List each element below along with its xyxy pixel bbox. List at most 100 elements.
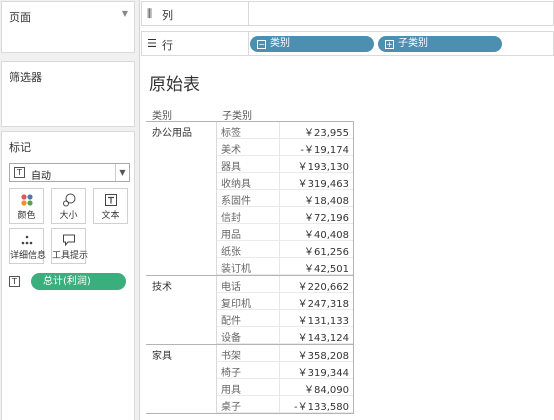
category-pill[interactable]: − 类别 [250, 36, 374, 52]
category-pill-label: 类别 [270, 38, 290, 49]
shelf-divider [248, 32, 249, 55]
table-row[interactable]: 信封 ￥72,196 [217, 207, 354, 224]
subcategory-pill[interactable]: + 子类别 [378, 36, 502, 52]
table-row[interactable]: 书架 ￥358,208 [217, 345, 354, 362]
table-border [146, 413, 354, 414]
color-button[interactable]: 颜色 [9, 188, 44, 224]
table-row[interactable]: 桌子 -￥133,580 [217, 396, 354, 413]
text-button-label: 文本 [101, 211, 120, 221]
category-cell[interactable]: 办公用品 [152, 124, 192, 139]
subcategory-cell: 用品 [221, 230, 241, 241]
chevron-down-icon[interactable]: ▼ [115, 164, 129, 181]
table-row[interactable]: 装订机 ￥42,501 [217, 258, 354, 275]
table-row[interactable]: 标签 ￥23,955 [217, 122, 354, 139]
table-row[interactable]: 设备 ￥143,124 [217, 327, 354, 344]
size-circles-icon [52, 193, 85, 207]
profit-value-cell: ￥193,130 [297, 162, 349, 173]
worksheet-view: 原始表 类别 子类别 办公用品 标签 ￥23,955 美术 -￥19,174 器具 ￥193… [141, 59, 554, 420]
subcategory-cell: 系固件 [221, 196, 251, 207]
filters-card[interactable]: 筛选器 [1, 61, 135, 127]
marks-title: 标记 [9, 141, 31, 154]
tooltip-bubble-icon [52, 233, 85, 247]
sheet-title: 原始表 [149, 75, 200, 95]
profit-value-cell: ￥42,501 [304, 264, 349, 275]
pages-title: 页面 [9, 11, 31, 24]
cell-divider [279, 345, 280, 362]
cell-divider [279, 310, 280, 327]
detail-button[interactable]: 详细信息 [9, 228, 46, 264]
category-group: 办公用品 标签 ￥23,955 美术 -￥19,174 器具 ￥193,130 收纳具 ￥319… [146, 121, 354, 275]
rows-shelf[interactable]: ☰ 行 − 类别 + 子类别 [141, 31, 554, 56]
mark-type-dropdown[interactable]: T 自动 ▼ [9, 163, 130, 182]
expand-icon[interactable]: + [385, 40, 394, 49]
cell-divider [279, 156, 280, 173]
subcategory-header[interactable]: 子类别 [222, 107, 252, 122]
category-group: 家具 书架 ￥358,208 椅子 ￥319,344 用具 ￥84,090 桌子 -￥133,5… [146, 344, 354, 413]
subcategory-cell: 器具 [221, 162, 241, 173]
profit-value-cell: ￥319,463 [297, 179, 349, 190]
marks-card: 标记 T 自动 ▼ 颜色 大小 文本 详细信息 工具提示 T 总计(利润) [1, 131, 135, 420]
columns-shelf[interactable]: ⫼ 列 [141, 1, 554, 26]
crosstab-table: 办公用品 标签 ￥23,955 美术 -￥19,174 器具 ￥193,130 收纳具 ￥319… [146, 121, 354, 413]
subcategory-cell: 装订机 [221, 264, 251, 275]
text-mark-icon: T [9, 276, 20, 287]
subcategory-cell: 美术 [221, 145, 241, 156]
profit-value-cell: ￥61,256 [304, 247, 349, 258]
cell-divider [279, 362, 280, 379]
cell-divider [279, 379, 280, 396]
subcategory-pill-label: 子类别 [398, 38, 428, 49]
table-row[interactable]: 复印机 ￥247,318 [217, 293, 354, 310]
subcategory-cell: 椅子 [221, 368, 241, 379]
text-t-icon [94, 193, 127, 207]
pages-card[interactable]: 页面 ▼ [1, 1, 135, 53]
tooltip-button-label: 工具提示 [52, 251, 89, 261]
color-button-label: 颜色 [17, 211, 36, 221]
table-row[interactable]: 器具 ￥193,130 [217, 156, 354, 173]
subcategory-cell: 纸张 [221, 247, 241, 258]
collapse-icon[interactable]: − [257, 40, 266, 49]
category-cell[interactable]: 技术 [152, 278, 172, 293]
table-row[interactable]: 纸张 ￥61,256 [217, 241, 354, 258]
profit-value-cell: ￥247,318 [297, 299, 349, 310]
subcategory-cell: 桌子 [221, 402, 241, 413]
rows-icon: ☰ [147, 37, 157, 50]
columns-label: 列 [162, 9, 173, 22]
detail-dots-icon [10, 233, 43, 247]
text-mark-icon: T [14, 167, 25, 178]
cell-divider [279, 122, 280, 139]
chevron-down-icon[interactable]: ▼ [122, 9, 128, 18]
cell-divider [279, 258, 280, 275]
cell-divider [279, 207, 280, 224]
subcategory-cell: 配件 [221, 316, 241, 327]
profit-sum-pill[interactable]: 总计(利润) [31, 273, 126, 290]
category-cell[interactable]: 家具 [152, 347, 172, 362]
cell-divider [279, 173, 280, 190]
columns-icon: ⫼ [147, 7, 153, 20]
table-row[interactable]: 收纳具 ￥319,463 [217, 173, 354, 190]
category-header[interactable]: 类别 [152, 107, 172, 122]
text-button[interactable]: 文本 [93, 188, 128, 224]
profit-value-cell: ￥72,196 [304, 213, 349, 224]
size-button[interactable]: 大小 [51, 188, 86, 224]
profit-value-cell: -￥133,580 [294, 402, 349, 413]
subcategory-cell: 设备 [221, 333, 241, 344]
table-row[interactable]: 系固件 ￥18,408 [217, 190, 354, 207]
mark-type-label: 自动 [31, 171, 51, 182]
table-row[interactable]: 用具 ￥84,090 [217, 379, 354, 396]
subcategory-cell: 信封 [221, 213, 241, 224]
table-row[interactable]: 用品 ￥40,408 [217, 224, 354, 241]
table-row[interactable]: 美术 -￥19,174 [217, 139, 354, 156]
table-row[interactable]: 电话 ￥220,662 [217, 276, 354, 293]
profit-value-cell: ￥131,133 [297, 316, 349, 327]
profit-value-cell: ￥319,344 [297, 368, 349, 379]
left-panel: 页面 ▼ 筛选器 标记 T 自动 ▼ 颜色 大小 文本 详细信息 工具提示 T … [0, 0, 140, 420]
subcategory-cell: 复印机 [221, 299, 251, 310]
cell-divider [279, 396, 280, 413]
profit-value-cell: ￥23,955 [304, 128, 349, 139]
profit-value-cell: ￥220,662 [297, 282, 349, 293]
shelf-divider [248, 2, 249, 25]
table-row[interactable]: 配件 ￥131,133 [217, 310, 354, 327]
table-row[interactable]: 椅子 ￥319,344 [217, 362, 354, 379]
cell-divider [279, 276, 280, 293]
tooltip-button[interactable]: 工具提示 [51, 228, 89, 264]
